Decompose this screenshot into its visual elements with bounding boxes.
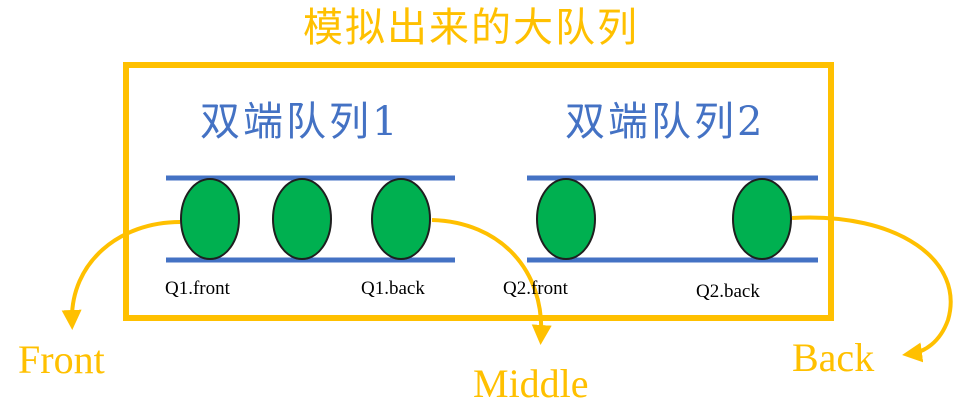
- deque-2-front-label: Q2.front: [503, 278, 568, 299]
- deque-2-node-back: [732, 178, 792, 260]
- middle-end-label: Middle: [473, 361, 589, 405]
- deque-1-front-label: Q1.front: [165, 278, 230, 299]
- deque-1-node-middle: [272, 178, 332, 260]
- back-end-label: Back: [792, 335, 875, 380]
- deque-2-node-front: [536, 178, 596, 260]
- deque-1-node-back: [371, 178, 431, 260]
- deque-1-node-front: [180, 178, 240, 260]
- diagram-title: 模拟出来的大队列: [303, 5, 639, 51]
- deque-2-title: 双端队列2: [565, 99, 766, 145]
- diagram-canvas: 模拟出来的大队列 双端队列1 双端队列2 Q1.front Q1.back Q2…: [0, 0, 966, 405]
- deque-1-back-label: Q1.back: [361, 278, 425, 299]
- deque-2-back-label: Q2.back: [696, 281, 760, 302]
- back-arrow: [791, 215, 953, 363]
- front-end-label: Front: [18, 337, 105, 382]
- deque-1-title: 双端队列1: [200, 99, 401, 145]
